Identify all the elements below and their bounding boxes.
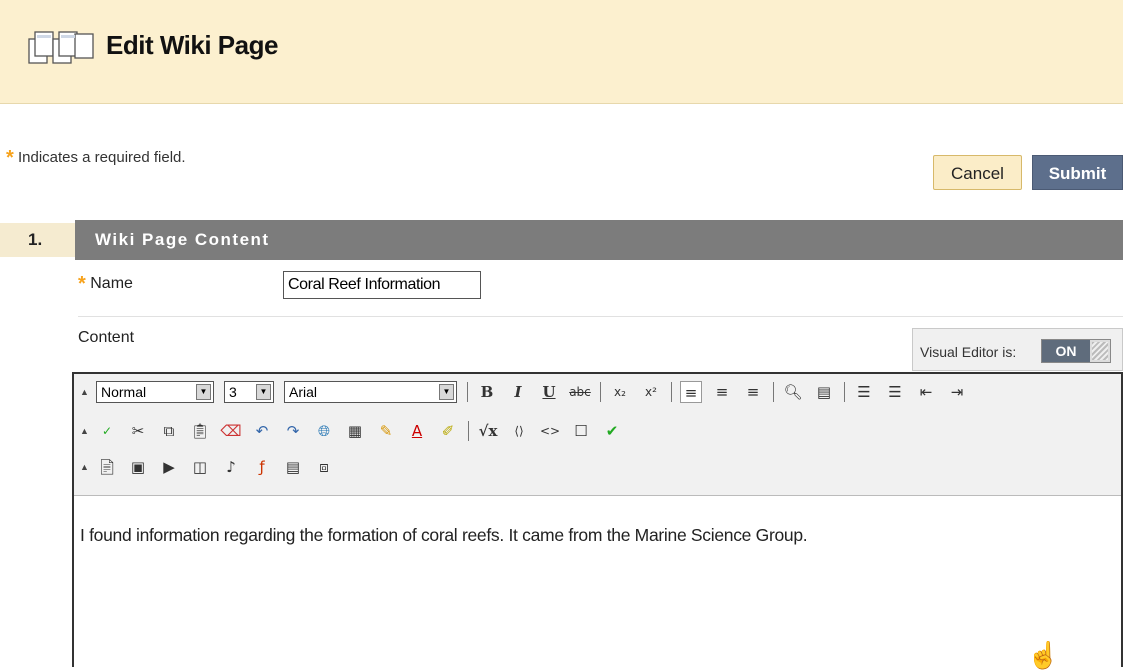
insert-media-icon[interactable]: ▶ (158, 456, 180, 478)
undo-icon[interactable]: ↶ (251, 420, 273, 442)
visual-editor-toggle-panel: Visual Editor is: ON (912, 328, 1123, 371)
fullscreen-icon[interactable]: ☐ (570, 420, 592, 442)
editor-body-text[interactable]: I found information regarding the format… (80, 525, 808, 546)
preview-check-icon[interactable]: ✔ (601, 420, 623, 442)
spellcheck-icon[interactable]: ✓ (96, 420, 118, 442)
submit-button[interactable]: Submit (1032, 155, 1123, 190)
hand-cursor-icon: ☝ (1027, 640, 1060, 670)
insert-file-icon[interactable]: ▤ (282, 456, 304, 478)
strikethrough-icon[interactable]: abc (569, 381, 591, 403)
font-family-select-value: Arial (289, 384, 318, 400)
bullet-list-icon[interactable]: ☰ (884, 381, 906, 403)
name-label-text: Name (90, 275, 133, 292)
chevron-down-icon: ▼ (196, 384, 211, 400)
collapse-row-icon[interactable]: ▲ (80, 387, 92, 397)
visual-editor-state: ON (1042, 340, 1090, 362)
font-size-select-value: 3 (229, 384, 237, 400)
copy-icon[interactable]: ⧉ (158, 420, 180, 442)
section-number: 1. (0, 223, 75, 257)
find-icon[interactable]: 🔍︎ (782, 381, 804, 403)
pencil-icon[interactable]: ✎ (375, 420, 397, 442)
italic-icon[interactable]: I (507, 381, 529, 403)
remove-format-icon[interactable]: ⌫ (220, 420, 242, 442)
format-select[interactable]: Normal ▼ (96, 381, 214, 403)
redo-icon[interactable]: ↷ (282, 420, 304, 442)
highlight-color-icon[interactable]: ✐ (437, 420, 459, 442)
math-equation-icon[interactable]: √x (477, 420, 499, 442)
outdent-icon[interactable]: ⇤ (915, 381, 937, 403)
underline-icon[interactable]: U (538, 381, 560, 403)
subscript-icon[interactable]: x₂ (609, 381, 631, 403)
font-family-select[interactable]: Arial ▼ (284, 381, 457, 403)
numbered-list-icon[interactable]: ☰ (853, 381, 875, 403)
insert-audio-icon[interactable]: ♪ (220, 456, 242, 478)
cancel-button[interactable]: Cancel (933, 155, 1022, 190)
embed-code-icon[interactable]: ⟨⟩ (508, 420, 530, 442)
toolbar-row-2: ▲ ✓ ✂ ⧉ 📋︎ ⌫ ↶ ↷ 🌐︎ ▦ ✎ A ✐ √x ⟨⟩ <> ☐ ✔ (80, 418, 632, 444)
required-field-note: * Indicates a required field. (6, 147, 186, 170)
content-editor: ▲ Normal ▼ 3 ▼ Arial ▼ B I U abc x₂ x² ≡ (72, 372, 1123, 667)
required-star-icon: * (6, 147, 14, 169)
format-select-value: Normal (101, 384, 147, 400)
insert-mashup-icon[interactable]: ◫ (189, 456, 211, 478)
toggle-grip-icon (1092, 342, 1108, 360)
replace-icon[interactable]: ▤ (813, 381, 835, 403)
toolbar-separator (844, 382, 845, 402)
toolbar-separator (600, 382, 601, 402)
content-label: Content (78, 329, 135, 346)
collapse-row-icon[interactable]: ▲ (80, 462, 92, 472)
toolbar-row-1: ▲ Normal ▼ 3 ▼ Arial ▼ B I U abc x₂ x² ≡ (80, 379, 977, 405)
page-header: Edit Wiki Page (0, 0, 1123, 104)
visual-editor-toggle[interactable]: ON (1041, 339, 1111, 363)
bold-icon[interactable]: B (476, 381, 498, 403)
insert-image-icon[interactable]: ▣ (127, 456, 149, 478)
section-title: Wiki Page Content (75, 220, 1123, 260)
required-note-text: Indicates a required field. (17, 149, 186, 166)
name-label: * Name (78, 273, 133, 296)
field-divider (78, 316, 1123, 317)
attach-file-icon[interactable]: 📄︎ (96, 456, 118, 478)
toolbar-row-3: ▲ 📄︎ ▣ ▶ ◫ ♪ ƒ ▤ ⧈ (80, 454, 344, 480)
cut-icon[interactable]: ✂ (127, 420, 149, 442)
text-color-icon[interactable]: A (406, 420, 428, 442)
table-icon[interactable]: ▦ (344, 420, 366, 442)
toolbar-separator (468, 421, 469, 441)
align-center-icon[interactable]: ≡ (711, 381, 733, 403)
toolbar-separator (671, 382, 672, 402)
required-star-icon: * (78, 273, 86, 295)
toolbar-separator (467, 382, 468, 402)
wiki-pages-icon (28, 31, 94, 64)
visual-editor-label: Visual Editor is: (920, 344, 1017, 360)
align-right-icon[interactable]: ≡ (742, 381, 764, 403)
html-code-icon[interactable]: <> (539, 420, 561, 442)
wiki-link-icon[interactable]: ⧈ (313, 456, 335, 478)
editor-toolbar: ▲ Normal ▼ 3 ▼ Arial ▼ B I U abc x₂ x² ≡ (74, 374, 1121, 496)
font-size-select[interactable]: 3 ▼ (224, 381, 274, 403)
insert-flash-icon[interactable]: ƒ (251, 456, 273, 478)
paste-icon[interactable]: 📋︎ (189, 420, 211, 442)
align-left-icon[interactable]: ≡ (680, 381, 702, 403)
toolbar-separator (773, 382, 774, 402)
chevron-down-icon: ▼ (256, 384, 271, 400)
chevron-down-icon: ▼ (439, 384, 454, 400)
name-input[interactable]: Coral Reef Information (283, 271, 481, 299)
link-icon[interactable]: 🌐︎ (313, 420, 335, 442)
indent-icon[interactable]: ⇥ (946, 381, 968, 403)
page-title: Edit Wiki Page (106, 30, 278, 60)
collapse-row-icon[interactable]: ▲ (80, 426, 92, 436)
superscript-icon[interactable]: x² (640, 381, 662, 403)
